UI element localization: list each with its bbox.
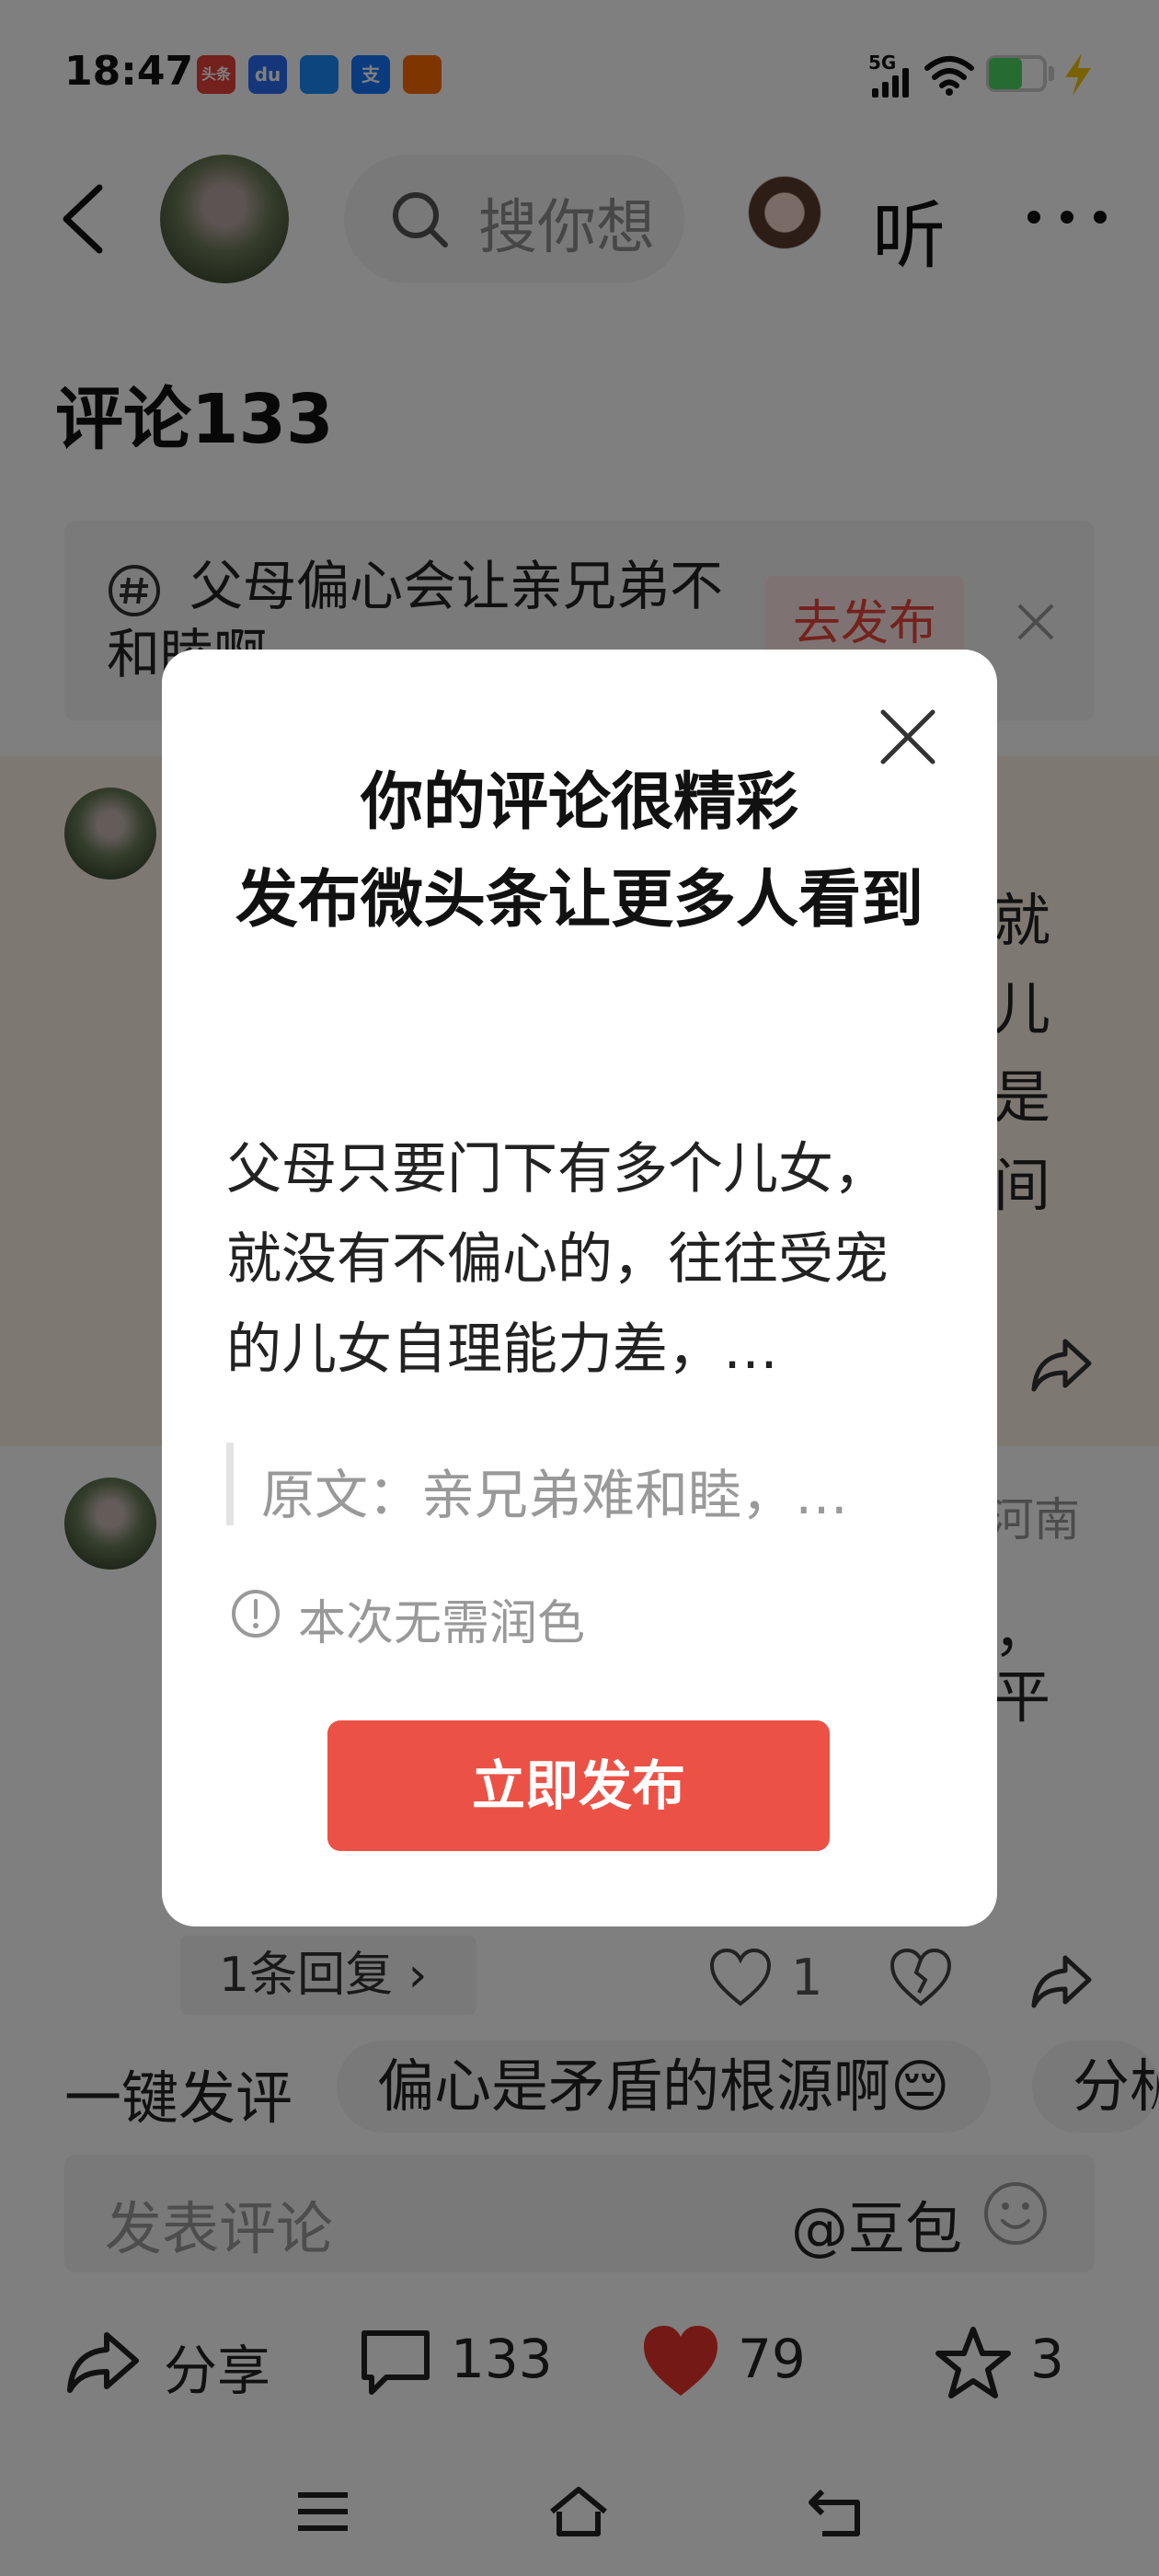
dialog-title-line1: 你的评论很精彩 [360,766,798,839]
dialog-note: 本次无需润色 [298,1596,586,1651]
dialog-title-line2: 发布微头条让更多人看到 [235,864,924,937]
info-icon [232,1590,280,1638]
dialog-comment-text: 父母只要门下有多个儿女，就没有不偏心的，往往受宠的儿女自理能力差，… [226,1137,889,1382]
publish-now-button[interactable]: 立即发布 [327,1720,830,1851]
dialog-title: 你的评论很精彩 发布微头条让更多人看到 [217,754,942,949]
quote-bar [226,1443,234,1525]
dialog-original-quote: 原文：亲兄弟难和睦，… [261,1464,849,1526]
